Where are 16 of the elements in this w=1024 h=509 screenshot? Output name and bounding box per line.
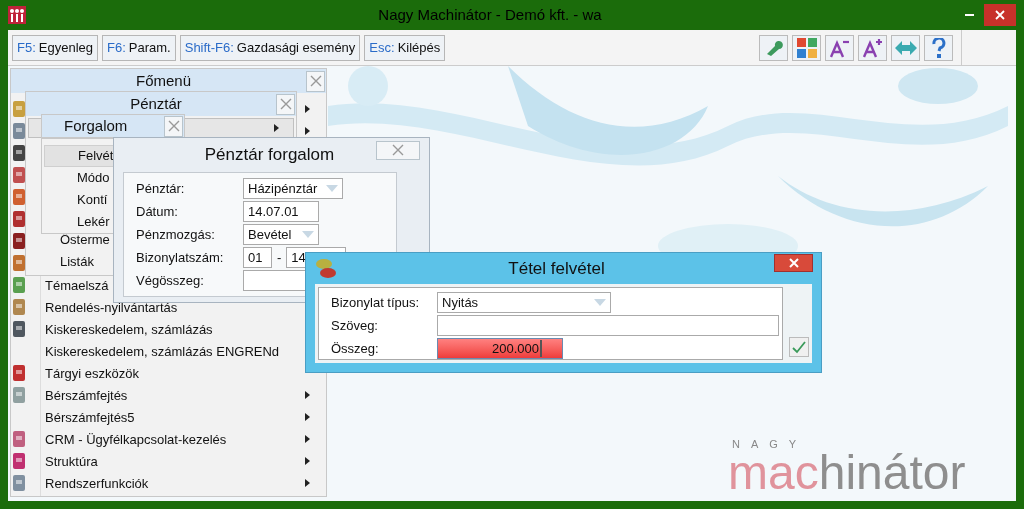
menu-title: Forgalom — [63, 115, 129, 136]
field-label: Pénzmozgás: — [136, 225, 216, 244]
field-label: Pénztár: — [136, 179, 186, 198]
menu-title: Pénztár — [129, 93, 183, 114]
window-title: Nagy Machinátor - Demó kft. - wa — [377, 4, 603, 25]
field-label: Bizonylatszám: — [136, 248, 225, 267]
field-label: Dátum: — [136, 202, 179, 221]
dialog-title: Tétel felvétel — [507, 257, 606, 280]
dialog-title: Pénztár forgalom — [203, 144, 336, 167]
field-label: Szöveg: — [331, 316, 379, 335]
field-label: Végösszeg: — [136, 271, 205, 290]
field-label: Bizonylat típus: — [331, 293, 421, 312]
field-label: Összeg: — [331, 339, 380, 358]
logo-subtitle: NAGY — [731, 437, 809, 452]
separator-text: - — [276, 248, 283, 267]
menu-title: Főmenü — [135, 70, 192, 91]
